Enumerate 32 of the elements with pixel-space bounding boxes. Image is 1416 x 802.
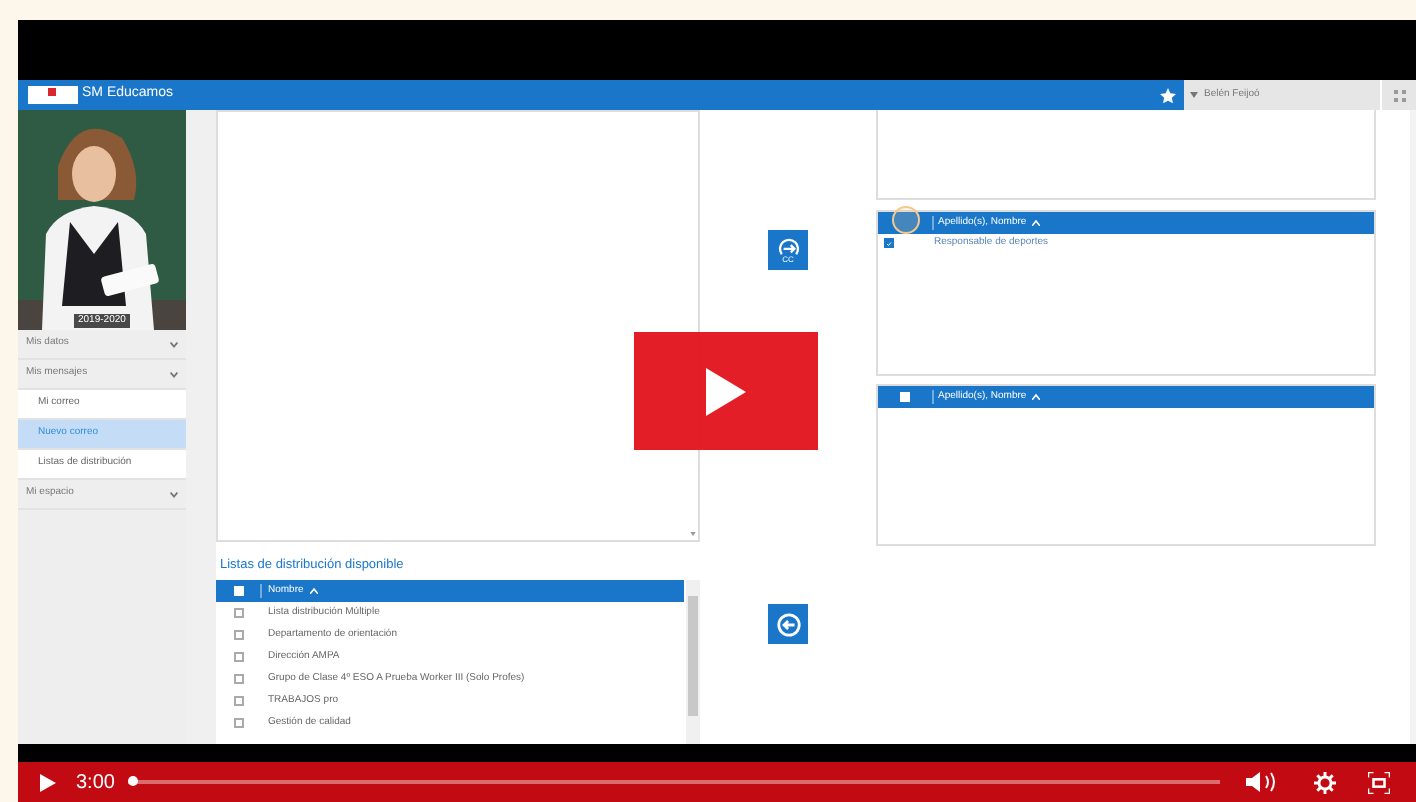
chevron-icon xyxy=(170,341,178,347)
sort-icon xyxy=(1032,220,1041,226)
chevron-icon xyxy=(170,491,178,497)
settings-icon[interactable] xyxy=(1314,771,1337,793)
chevron-icon xyxy=(170,371,178,377)
checkbox[interactable] xyxy=(900,392,910,402)
play-icon[interactable] xyxy=(40,773,56,791)
sort-icon xyxy=(309,588,318,594)
checkbox[interactable] xyxy=(233,718,243,728)
sort-icon xyxy=(1032,394,1041,400)
star-icon[interactable] xyxy=(1160,87,1176,103)
checkbox[interactable] xyxy=(233,608,243,618)
checkbox[interactable] xyxy=(233,652,243,662)
caret-icon xyxy=(1190,92,1198,98)
checkbox[interactable] xyxy=(233,696,243,706)
back-button[interactable] xyxy=(768,604,808,644)
scroll-arrow-icon xyxy=(690,532,696,537)
checkbox[interactable] xyxy=(233,586,243,596)
arrow-left-icon xyxy=(775,611,801,637)
scrollbar[interactable] xyxy=(686,580,700,744)
arrow-right-icon xyxy=(777,237,799,255)
play-icon xyxy=(706,367,746,415)
checkbox[interactable] xyxy=(233,674,243,684)
cursor-highlight xyxy=(891,206,919,234)
progress-thumb[interactable] xyxy=(128,776,139,786)
play-overlay[interactable] xyxy=(634,332,818,450)
logo-icon xyxy=(28,86,78,104)
volume-icon[interactable] xyxy=(1246,772,1277,792)
time-display: 3:00 xyxy=(76,769,115,797)
checkbox[interactable] xyxy=(233,630,243,640)
checkbox[interactable] xyxy=(883,238,893,248)
fullscreen-icon[interactable] xyxy=(1368,771,1391,793)
